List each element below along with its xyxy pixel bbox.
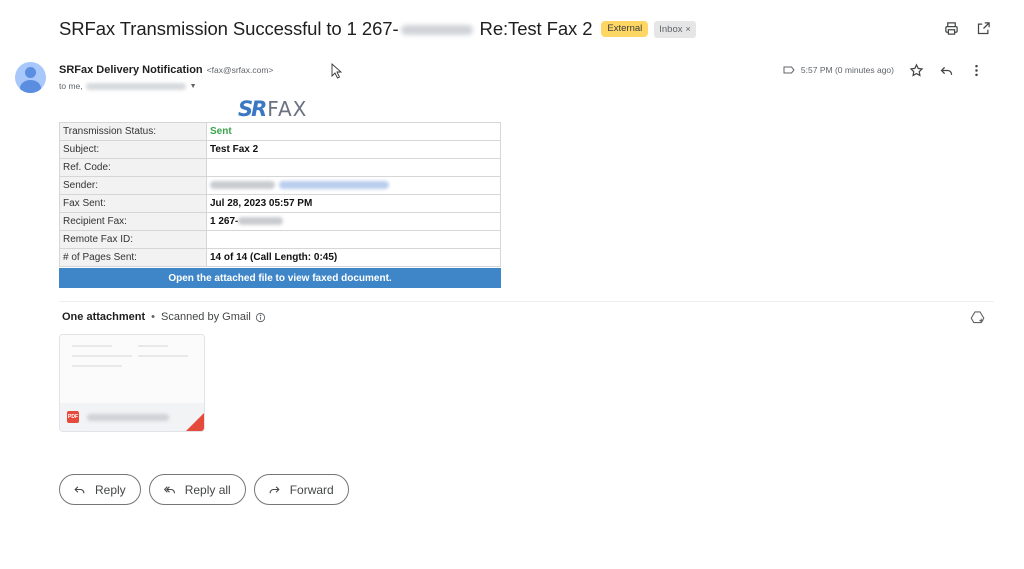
reply-icon [74,486,85,494]
recipient-line: to me, ▼ [59,81,197,91]
forward-icon [269,486,280,494]
attachment-footer: PDF [60,403,204,431]
row-value-status: Sent [206,122,501,141]
email-subject: SRFax Transmission Successful to 1 267- … [59,18,592,40]
logo-sr: SR [238,97,267,121]
redacted-number [400,25,473,36]
table-row: # of Pages Sent: 14 of 14 (Call Length: … [59,248,501,267]
row-value-remote-fax-id [206,230,501,249]
reply-actions: Reply Reply all Forward [59,474,349,505]
redacted-recipient [85,82,186,90]
row-key: Sender: [59,176,207,195]
preview-line [72,365,122,367]
pdf-icon: PDF [67,411,79,423]
table-row: Fax Sent: Jul 28, 2023 05:57 PM [59,194,501,213]
reply-button[interactable]: Reply [59,474,141,505]
attachments-header: One attachment • Scanned by Gmail [62,311,266,323]
row-key: Recipient Fax: [59,212,207,231]
table-row: Ref. Code: [59,158,501,177]
redacted-sender-email-link[interactable] [279,181,389,190]
preview-line [138,345,168,347]
chevron-down-icon[interactable]: ▼ [190,83,197,90]
email-subject-row: SRFax Transmission Successful to 1 267- … [59,16,696,42]
forward-label: Forward [289,482,334,497]
preview-line [72,345,112,347]
sender-email: <fax@srfax.com> [206,65,274,75]
reply-all-icon [163,486,175,494]
reply-icon[interactable] [938,62,954,78]
timestamp: 5:57 PM (0 minutes ago) [800,65,894,75]
row-key: Transmission Status: [59,122,207,141]
table-row: Transmission Status: Sent [59,122,501,141]
reply-all-label: Reply all [184,482,231,497]
row-value-subject: Test Fax 2 [206,140,501,159]
forward-button[interactable]: Forward [253,474,349,505]
row-key: Subject: [59,140,207,159]
row-value-pages-sent: 14 of 14 (Call Length: 0:45) [206,248,501,267]
print-icon[interactable] [943,20,959,36]
sender-name[interactable]: SRFax Delivery Notification [59,64,203,76]
attachment-card[interactable]: PDF [59,334,205,432]
mouse-cursor-icon [331,63,343,79]
attachments-separator: • [151,311,155,323]
table-row: Sender: [59,176,501,195]
message-meta: 5:57 PM (0 minutes ago) [783,62,984,78]
label-inbox[interactable]: Inbox × [654,20,696,38]
attachments-title: One attachment [62,311,146,323]
avatar-head [25,67,36,78]
sender-line: SRFax Delivery Notification <fax@srfax.c… [59,64,273,76]
label-icon[interactable] [783,65,795,75]
redacted-filename [87,413,169,421]
recipient-fax-prefix: 1 267- [210,216,239,227]
srfax-logo: SR FAX [238,97,307,121]
reply-all-button[interactable]: Reply all [148,474,246,505]
more-vert-icon[interactable] [968,62,984,78]
label-inbox-text: Inbox [659,23,683,35]
fax-report-table: Transmission Status: Sent Subject: Test … [59,122,501,267]
star-icon[interactable] [908,62,924,78]
label-inbox-remove[interactable]: × [686,24,691,34]
avatar[interactable] [15,62,46,93]
scanned-by-gmail: Scanned by Gmail [161,311,251,323]
row-key: Fax Sent: [59,194,207,213]
subject-prefix: SRFax Transmission Successful to 1 267- [59,18,399,39]
table-row: Recipient Fax: 1 267- [59,212,501,231]
label-external[interactable]: External [601,21,649,37]
preview-line [138,355,188,357]
row-key: Remote Fax ID: [59,230,207,249]
subject-actions [943,20,991,36]
open-in-new-icon[interactable] [975,20,991,36]
add-to-drive-icon[interactable] [970,310,985,325]
reply-label: Reply [95,482,126,497]
preview-line [72,355,132,357]
row-key: Ref. Code: [59,158,207,177]
row-value-ref-code [206,158,501,177]
divider [59,301,994,302]
avatar-shoulders [20,80,41,93]
fax-footer-banner: Open the attached file to view faxed doc… [59,268,501,288]
table-row: Subject: Test Fax 2 [59,140,501,159]
to-prefix: to me, [59,81,83,91]
info-icon[interactable] [255,312,266,323]
logo-fax: FAX [267,97,308,121]
attachment-preview [60,335,204,405]
redacted-sender-fax [210,181,275,190]
subject-suffix: Re:Test Fax 2 [474,18,593,39]
page-fold-icon [186,413,204,431]
row-value-fax-sent: Jul 28, 2023 05:57 PM [206,194,501,213]
row-value-sender [206,176,501,195]
table-row: Remote Fax ID: [59,230,501,249]
row-value-recipient-fax: 1 267- [206,212,501,231]
row-key: # of Pages Sent: [59,248,207,267]
redacted-recipient-fax [238,217,284,226]
